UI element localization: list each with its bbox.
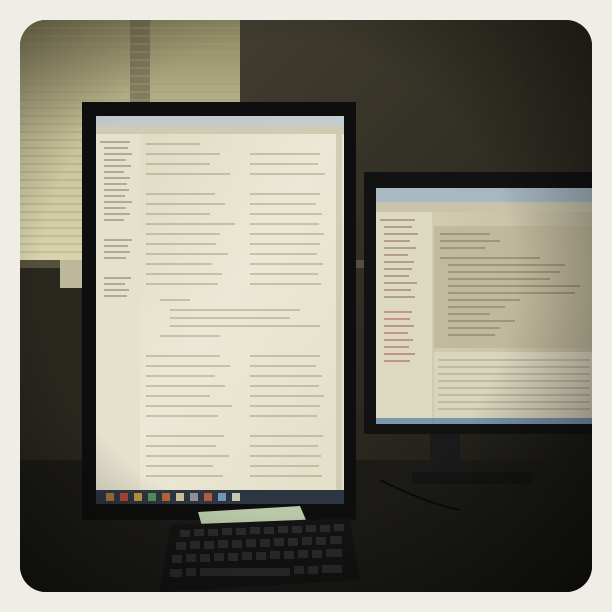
- photo: [20, 20, 592, 592]
- scene-svg: [20, 20, 592, 592]
- vignette: [20, 20, 592, 592]
- photo-frame: [0, 0, 612, 612]
